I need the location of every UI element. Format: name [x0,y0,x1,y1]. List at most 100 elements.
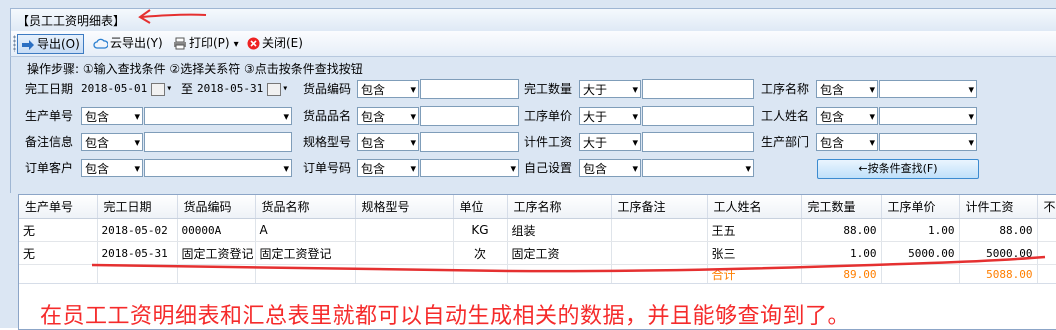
unit-price-input[interactable] [642,106,754,126]
cell[interactable]: 1.00 [881,218,960,242]
finish-date-from-value: 2018-05-01 [81,82,148,95]
column-header[interactable]: 工序名称 [507,195,612,219]
finish-date-to-value: 2018-05-31 [197,82,264,95]
cell[interactable]: A [255,218,356,242]
piece-wage-op-select[interactable]: 大于 [579,133,641,152]
table-header-row: 生产单号 完工日期 货品编码 货品名称 规格型号 单位 工序名称 工序备注 工人… [19,195,1056,219]
toolbar-grip[interactable] [13,35,16,52]
window-title: 【员工工资明细表】 [17,14,126,28]
close-label: 关闭(E) [262,36,303,50]
goods-code-label: 货品编码 [303,82,352,96]
table-row[interactable]: 无 2018-05-02 00000A A KG 组装 王五 88.00 1.0… [19,218,1056,242]
custom-op-select[interactable]: 包含 [579,159,641,178]
cloud-export-label: 云导出(Y) [110,36,163,50]
finish-date-from[interactable]: 2018-05-01 [81,80,172,98]
piece-wage-input[interactable] [642,132,754,152]
column-header[interactable]: 单位 [453,195,508,219]
close-button[interactable]: 关闭(E) [247,34,303,52]
toolbar: 导出(O) 云导出(Y) 打印(P) ▾ 关闭(E) [10,31,1056,57]
annotation-text: 在员工工资明细表和汇总表里就都可以自动生成相关的数据，并且能够查询到了。 [40,304,851,329]
column-header[interactable]: 货品编码 [177,195,256,219]
process-name-select[interactable] [879,80,977,99]
cell[interactable]: KG [453,218,508,242]
prod-no-select[interactable] [144,107,292,126]
cell[interactable]: 2018-05-02 [97,218,178,242]
prod-no-label: 生产单号 [25,109,74,123]
worker-name-op-select[interactable]: 包含 [816,107,878,126]
column-header[interactable]: 规格型号 [355,195,454,219]
process-name-op-select[interactable]: 包含 [816,80,878,99]
export-label: 导出(O) [37,37,80,51]
column-header[interactable]: 不 [1037,195,1056,219]
dept-label: 生产部门 [761,135,810,149]
remark-input[interactable] [144,132,292,152]
column-header[interactable]: 完工数量 [801,195,882,219]
cell[interactable] [355,218,454,242]
column-header[interactable]: 工序单价 [881,195,960,219]
filter-panel: 操作步骤: ①输入查找条件 ②选择关系符 ③点击按条件查找按钮 完工日期 201… [10,57,1056,193]
cell[interactable]: 王五 [707,218,802,242]
finish-qty-label: 完工数量 [524,82,573,96]
custom-label: 自己设置 [524,161,573,175]
cell[interactable] [611,218,708,242]
chevron-down-icon[interactable]: ▾ [234,39,239,50]
red-underline-annotation [91,255,1046,273]
finish-date-to[interactable]: 2018-05-31 [197,80,288,98]
cloud-export-button[interactable]: 云导出(Y) [93,34,163,52]
cell[interactable]: 00000A [177,218,256,242]
goods-code-op-select[interactable]: 包含 [357,80,419,99]
customer-op-select[interactable]: 包含 [81,159,143,178]
finish-qty-input[interactable] [642,79,754,99]
column-header[interactable]: 工人姓名 [707,195,802,219]
calendar-icon[interactable] [267,80,288,98]
app-window: 【员工工资明细表】 导出(O) 云导出(Y) 打印(P) ▾ 关闭(E) 操作步骤… [0,0,1056,330]
print-button[interactable]: 打印(P) ▾ [173,34,239,52]
unit-price-op-select[interactable]: 大于 [579,107,641,126]
close-icon [247,37,260,50]
cell[interactable] [1037,218,1056,242]
export-arrow-icon [22,39,34,50]
goods-name-input[interactable] [420,106,519,126]
cell[interactable]: 无 [19,241,98,265]
cell[interactable]: 无 [19,218,98,242]
operation-steps: 操作步骤: ①输入查找条件 ②选择关系符 ③点击按条件查找按钮 [27,62,363,76]
printer-icon [174,37,186,50]
calendar-icon[interactable] [151,80,172,98]
finish-date-label: 完工日期 [25,82,74,96]
order-no-label: 订单号码 [303,161,352,175]
dept-select[interactable] [879,133,977,152]
remark-op-select[interactable]: 包含 [81,133,143,152]
column-header[interactable]: 工序备注 [611,195,708,219]
spec-label: 规格型号 [303,135,352,149]
cell[interactable]: 88.00 [959,218,1038,242]
customer-select[interactable] [144,159,292,178]
customer-label: 订单客户 [25,161,74,175]
custom-select[interactable] [642,159,754,178]
spec-op-select[interactable]: 包含 [357,133,419,152]
goods-name-op-select[interactable]: 包含 [357,107,419,126]
unit-price-label: 工序单价 [524,109,573,123]
worker-name-select[interactable] [879,107,977,126]
finish-qty-op-select[interactable]: 大于 [579,80,641,99]
dept-op-select[interactable]: 包含 [816,133,878,152]
prod-no-op-select[interactable]: 包含 [81,107,143,126]
goods-name-label: 货品品名 [303,109,352,123]
column-header[interactable]: 完工日期 [97,195,178,219]
cell[interactable]: 88.00 [801,218,882,242]
order-no-select[interactable] [420,159,519,178]
process-name-label: 工序名称 [761,82,810,96]
order-no-op-select[interactable]: 包含 [357,159,419,178]
search-by-condition-button[interactable]: ←按条件查找(F) [817,159,979,179]
column-header[interactable]: 生产单号 [19,195,98,219]
column-header[interactable]: 计件工资 [959,195,1038,219]
red-arrow-annotation [138,9,207,24]
worker-name-label: 工人姓名 [761,109,810,123]
spec-input[interactable] [420,132,519,152]
cloud-icon [93,38,108,49]
column-header[interactable]: 货品名称 [255,195,356,219]
print-label: 打印(P) [189,36,230,50]
cell[interactable]: 组装 [507,218,612,242]
goods-code-input[interactable] [420,79,519,99]
export-button[interactable]: 导出(O) [17,34,84,54]
piece-wage-label: 计件工资 [524,135,573,149]
